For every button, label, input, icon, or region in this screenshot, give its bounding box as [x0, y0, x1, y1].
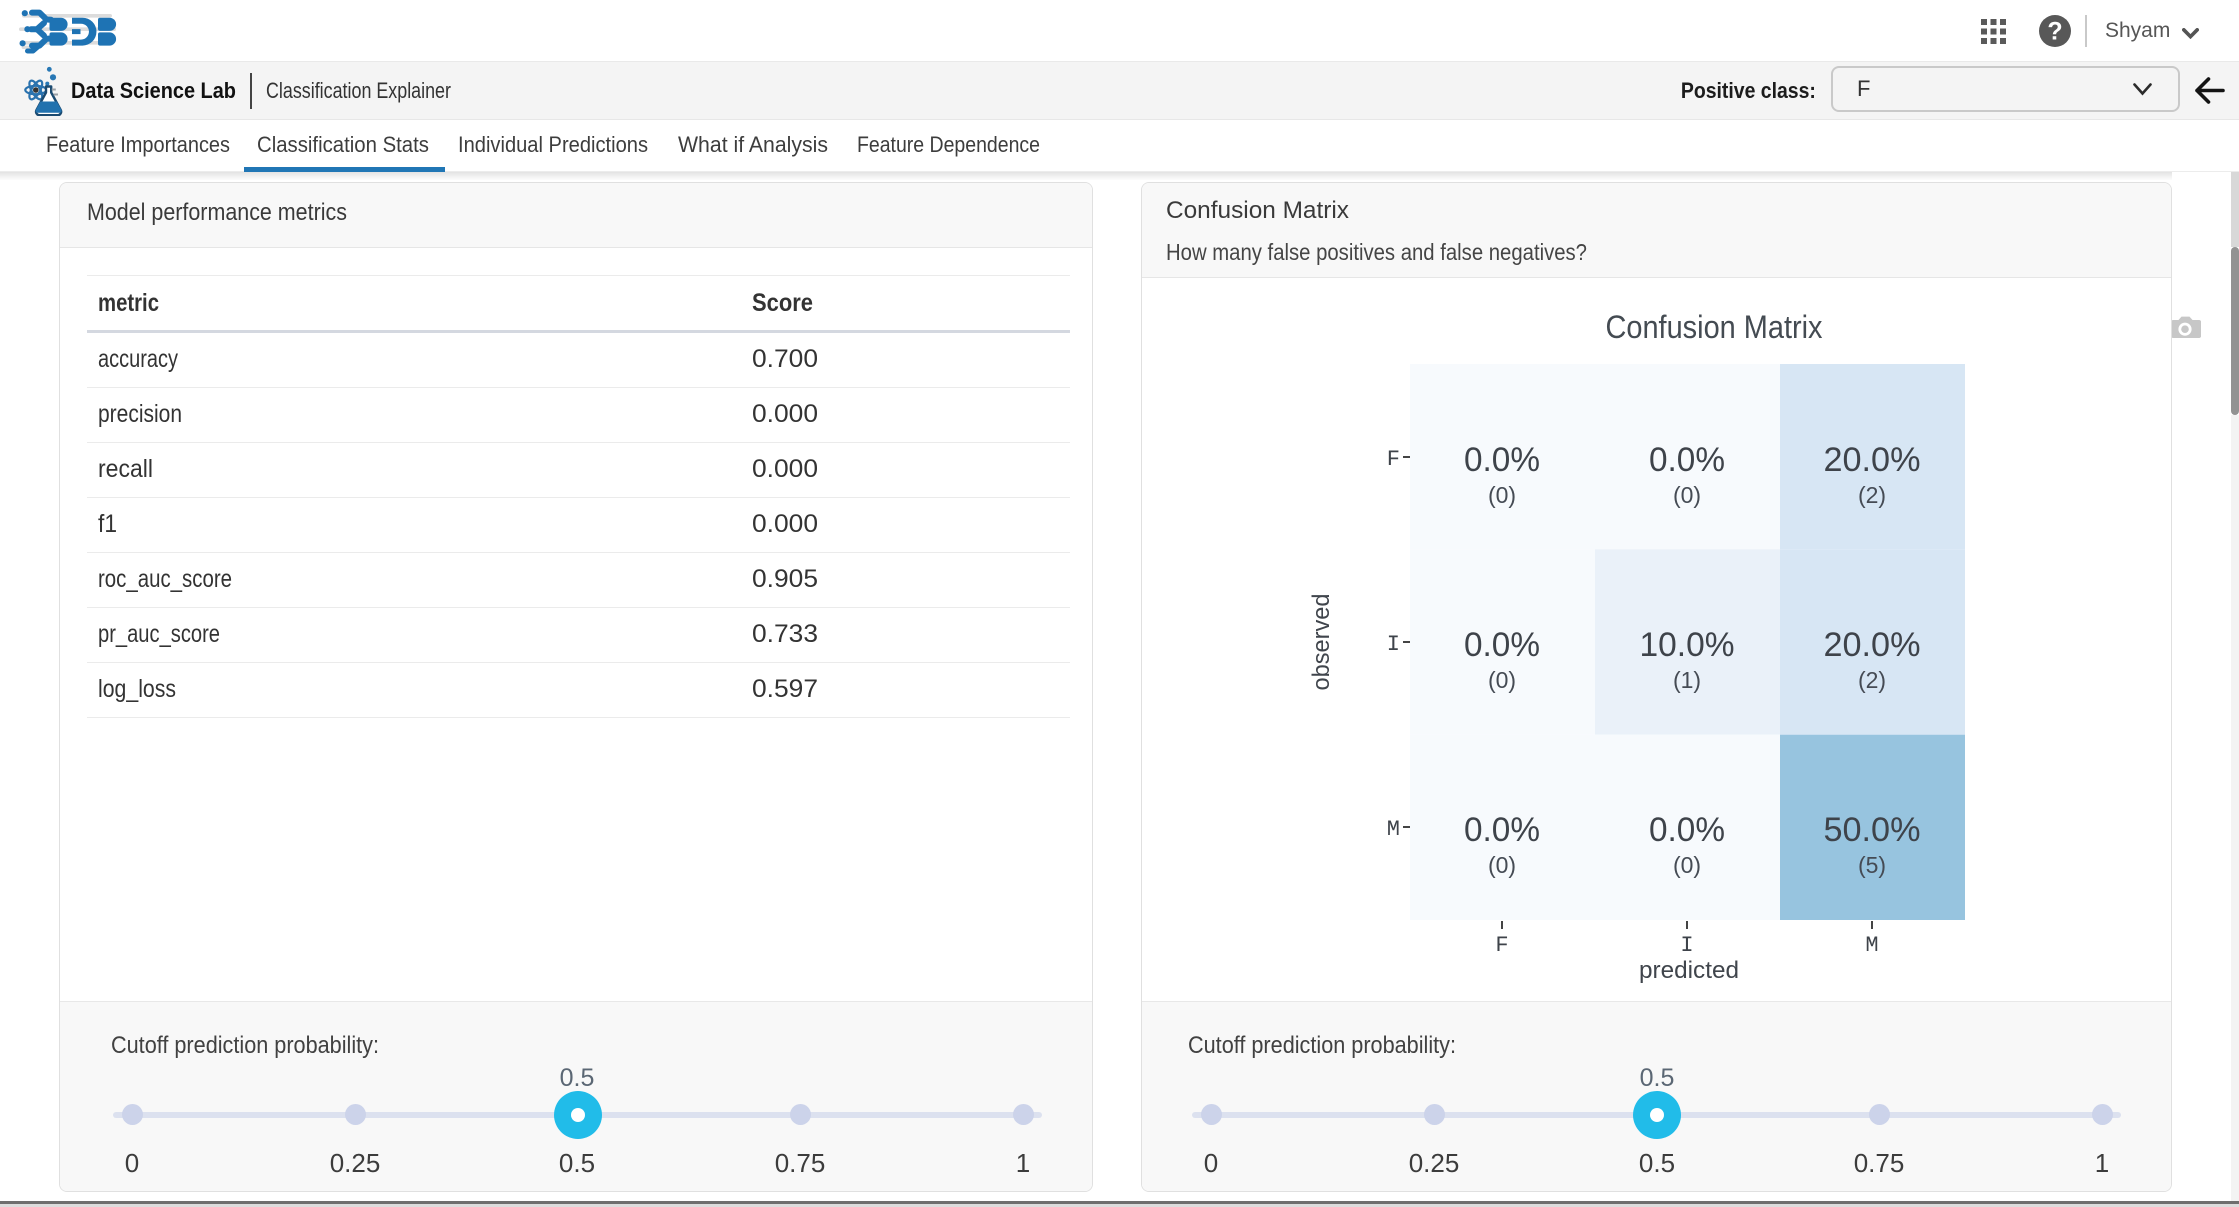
- svg-text:(0): (0): [1488, 482, 1516, 508]
- svg-text:0.0%: 0.0%: [1464, 441, 1540, 479]
- svg-text:(2): (2): [1858, 667, 1886, 693]
- svg-text:(2): (2): [1858, 482, 1886, 508]
- svg-text:0.0%: 0.0%: [1464, 811, 1540, 849]
- svg-text:50.0%: 50.0%: [1824, 811, 1921, 849]
- svg-text:F: F: [1387, 447, 1400, 472]
- svg-text:F: F: [1495, 933, 1508, 958]
- svg-text:(0): (0): [1673, 852, 1701, 878]
- svg-text:10.0%: 10.0%: [1640, 626, 1735, 664]
- svg-text:predicted: predicted: [1639, 957, 1739, 984]
- svg-text:(1): (1): [1673, 667, 1701, 693]
- svg-text:Confusion Matrix: Confusion Matrix: [1606, 309, 1823, 345]
- svg-text:I: I: [1387, 632, 1400, 657]
- svg-text:(0): (0): [1488, 667, 1516, 693]
- svg-text:20.0%: 20.0%: [1824, 441, 1921, 479]
- svg-text:M: M: [1865, 933, 1878, 958]
- svg-text:(0): (0): [1673, 482, 1701, 508]
- svg-text:observed: observed: [1308, 594, 1335, 691]
- svg-text:?: ?: [2047, 18, 2062, 46]
- svg-text:I: I: [1680, 933, 1693, 958]
- svg-text:(0): (0): [1488, 852, 1516, 878]
- svg-text:0.0%: 0.0%: [1464, 626, 1540, 664]
- svg-text:M: M: [1387, 817, 1400, 842]
- svg-text:0.0%: 0.0%: [1649, 441, 1725, 479]
- svg-text:0.0%: 0.0%: [1649, 811, 1725, 849]
- svg-text:(5): (5): [1858, 852, 1886, 878]
- svg-text:20.0%: 20.0%: [1824, 626, 1921, 664]
